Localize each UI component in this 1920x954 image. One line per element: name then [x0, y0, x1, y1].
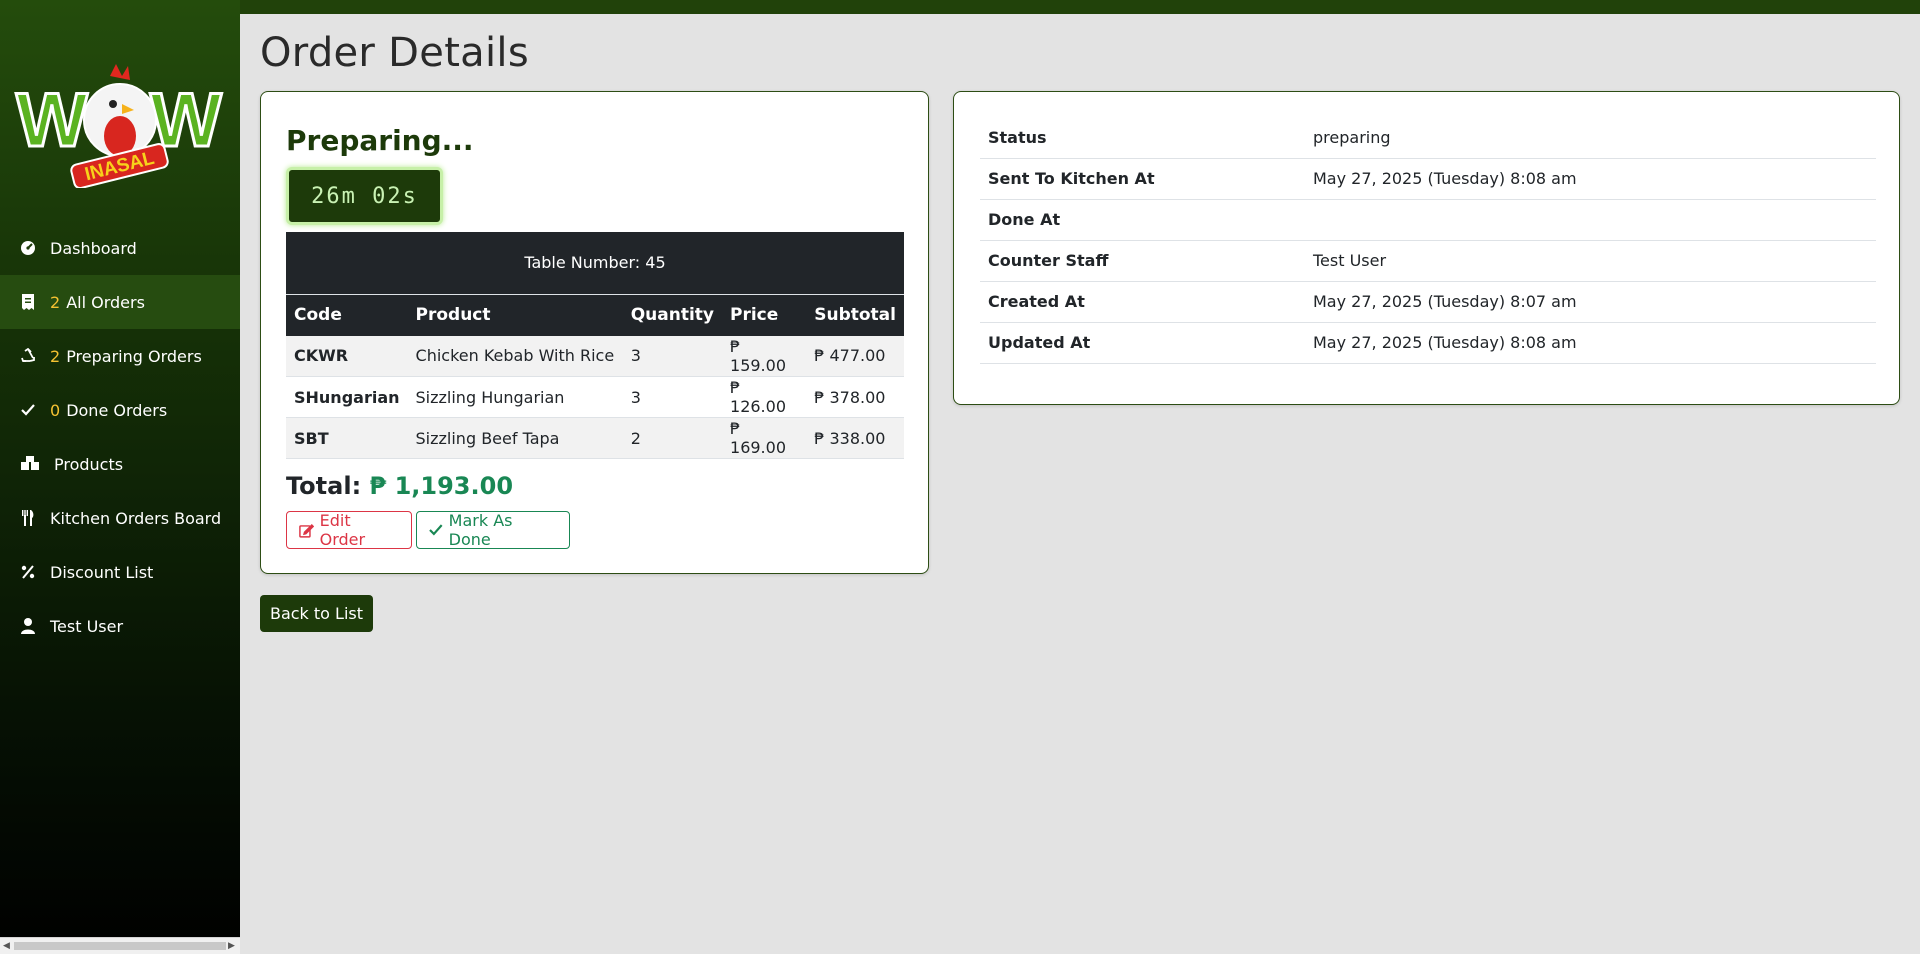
info-value: May 27, 2025 (Tuesday) 8:08 am [1305, 322, 1876, 364]
order-info-card: Status preparing Sent To Kitchen At May … [953, 91, 1900, 405]
svg-text:W: W [16, 78, 88, 163]
cell-quantity: 2 [622, 417, 723, 459]
nav-count-badge: 0 [50, 400, 61, 420]
info-row-status: Status preparing [980, 117, 1876, 159]
gauge-icon [20, 240, 36, 256]
info-key: Counter Staff [980, 240, 1305, 282]
sidebar: W W INASAL Dashboard 2 All Orders 2 Prep… [0, 0, 240, 954]
sidebar-item-all-orders[interactable]: 2 All Orders [0, 275, 240, 329]
page-title: Order Details [260, 30, 529, 76]
cell-quantity: 3 [622, 335, 723, 377]
info-row-done-at: Done At [980, 199, 1876, 241]
sidebar-item-label: Discount List [50, 562, 154, 582]
sidebar-item-products[interactable]: Products [0, 437, 240, 491]
sidebar-item-label: Test User [50, 616, 124, 636]
boxes-icon [20, 456, 40, 472]
cell-code: SBT [286, 417, 408, 459]
receipt-icon [20, 294, 36, 310]
horizontal-scrollbar[interactable]: ◀ ▶ [0, 937, 240, 954]
mark-as-done-button[interactable]: Mark As Done [416, 511, 570, 549]
cell-price: ₱ 169.00 [722, 417, 807, 459]
info-key: Created At [980, 281, 1305, 323]
order-items-table: Table Number: 45 Code Product Quantity P… [286, 232, 904, 459]
cell-price: ₱ 159.00 [722, 335, 807, 377]
cell-product: Sizzling Hungarian [407, 376, 623, 418]
cell-subtotal: ₱ 378.00 [806, 376, 904, 418]
utensils-icon [20, 510, 36, 526]
sidebar-item-label: All Orders [66, 292, 145, 312]
info-key: Updated At [980, 322, 1305, 364]
sidebar-item-done-orders[interactable]: 0 Done Orders [0, 383, 240, 437]
sidebar-item-label: Products [54, 454, 124, 474]
info-value: preparing [1305, 117, 1876, 159]
order-total: Total: ₱ 1,193.00 [286, 472, 513, 500]
cell-product: Sizzling Beef Tapa [407, 417, 623, 459]
column-header: Quantity [622, 294, 723, 336]
scroll-right-icon[interactable]: ▶ [228, 941, 235, 951]
table-row: SBT Sizzling Beef Tapa 2 ₱ 169.00 ₱ 338.… [286, 417, 904, 459]
top-bar [0, 0, 1920, 14]
column-header: Price [722, 294, 807, 336]
sidebar-item-label: Kitchen Orders Board [50, 508, 222, 528]
info-row-sent-to-kitchen: Sent To Kitchen At May 27, 2025 (Tuesday… [980, 158, 1876, 200]
table-number-banner: Table Number: 45 [286, 232, 904, 295]
table-row: CKWR Chicken Kebab With Rice 3 ₱ 159.00 … [286, 335, 904, 377]
percent-icon [20, 564, 36, 580]
back-to-list-button[interactable]: Back to List [260, 595, 373, 632]
sidebar-item-dashboard[interactable]: Dashboard [0, 221, 240, 275]
sidebar-item-kitchen-orders-board[interactable]: Kitchen Orders Board [0, 491, 240, 545]
edit-order-label: Edit Order [319, 511, 366, 549]
sidebar-item-preparing-orders[interactable]: 2 Preparing Orders [0, 329, 240, 383]
column-header: Product [407, 294, 623, 336]
check-icon [20, 402, 36, 418]
info-key: Done At [980, 199, 1305, 241]
recycle-icon [20, 348, 36, 364]
cell-subtotal: ₱ 338.00 [806, 417, 904, 459]
info-value: May 27, 2025 (Tuesday) 8:08 am [1305, 158, 1876, 200]
info-value: Test User [1305, 240, 1876, 282]
edit-order-button[interactable]: Edit Order [286, 511, 412, 549]
mark-as-done-label: Mark As Done [448, 511, 513, 549]
info-row-counter-staff: Counter Staff Test User [980, 240, 1876, 282]
table-row: SHungarian Sizzling Hungarian 3 ₱ 126.00… [286, 376, 904, 418]
order-card: Preparing... 26m 02s Table Number: 45 Co… [260, 91, 929, 574]
scroll-left-icon[interactable]: ◀ [3, 941, 10, 951]
info-row-updated-at: Updated At May 27, 2025 (Tuesday) 8:08 a… [980, 322, 1876, 364]
total-amount: ₱ 1,193.00 [369, 472, 514, 500]
sidebar-nav: Dashboard 2 All Orders 2 Preparing Order… [0, 221, 240, 653]
sidebar-item-discount-list[interactable]: Discount List [0, 545, 240, 599]
sidebar-item-user[interactable]: Test User [0, 599, 240, 653]
edit-icon [299, 523, 314, 538]
user-icon [20, 618, 36, 634]
cell-code: CKWR [286, 335, 408, 377]
column-header: Code [286, 294, 408, 336]
elapsed-timer: 26m 02s [286, 167, 443, 225]
cell-price: ₱ 126.00 [722, 376, 807, 418]
nav-count-badge: 2 [50, 292, 61, 312]
cell-product: Chicken Kebab With Rice [407, 335, 623, 377]
status-heading: Preparing... [286, 124, 474, 157]
column-header: Subtotal [806, 294, 904, 336]
wow-inasal-logo[interactable]: W W INASAL [10, 58, 226, 188]
check-icon [429, 524, 443, 536]
info-key: Sent To Kitchen At [980, 158, 1305, 200]
scrollbar-thumb[interactable] [14, 942, 226, 950]
order-info-table: Status preparing Sent To Kitchen At May … [980, 117, 1876, 364]
nav-count-badge: 2 [50, 346, 61, 366]
info-row-created-at: Created At May 27, 2025 (Tuesday) 8:07 a… [980, 281, 1876, 323]
cell-quantity: 3 [622, 376, 723, 418]
sidebar-item-label: Preparing Orders [66, 346, 202, 366]
info-value: May 27, 2025 (Tuesday) 8:07 am [1305, 281, 1876, 323]
sidebar-item-label: Done Orders [66, 400, 168, 420]
total-label: Total: [286, 472, 362, 500]
cell-subtotal: ₱ 477.00 [806, 335, 904, 377]
info-key: Status [980, 117, 1305, 159]
sidebar-item-label: Dashboard [50, 238, 137, 258]
info-value [1305, 199, 1876, 241]
cell-code: SHungarian [286, 376, 408, 418]
